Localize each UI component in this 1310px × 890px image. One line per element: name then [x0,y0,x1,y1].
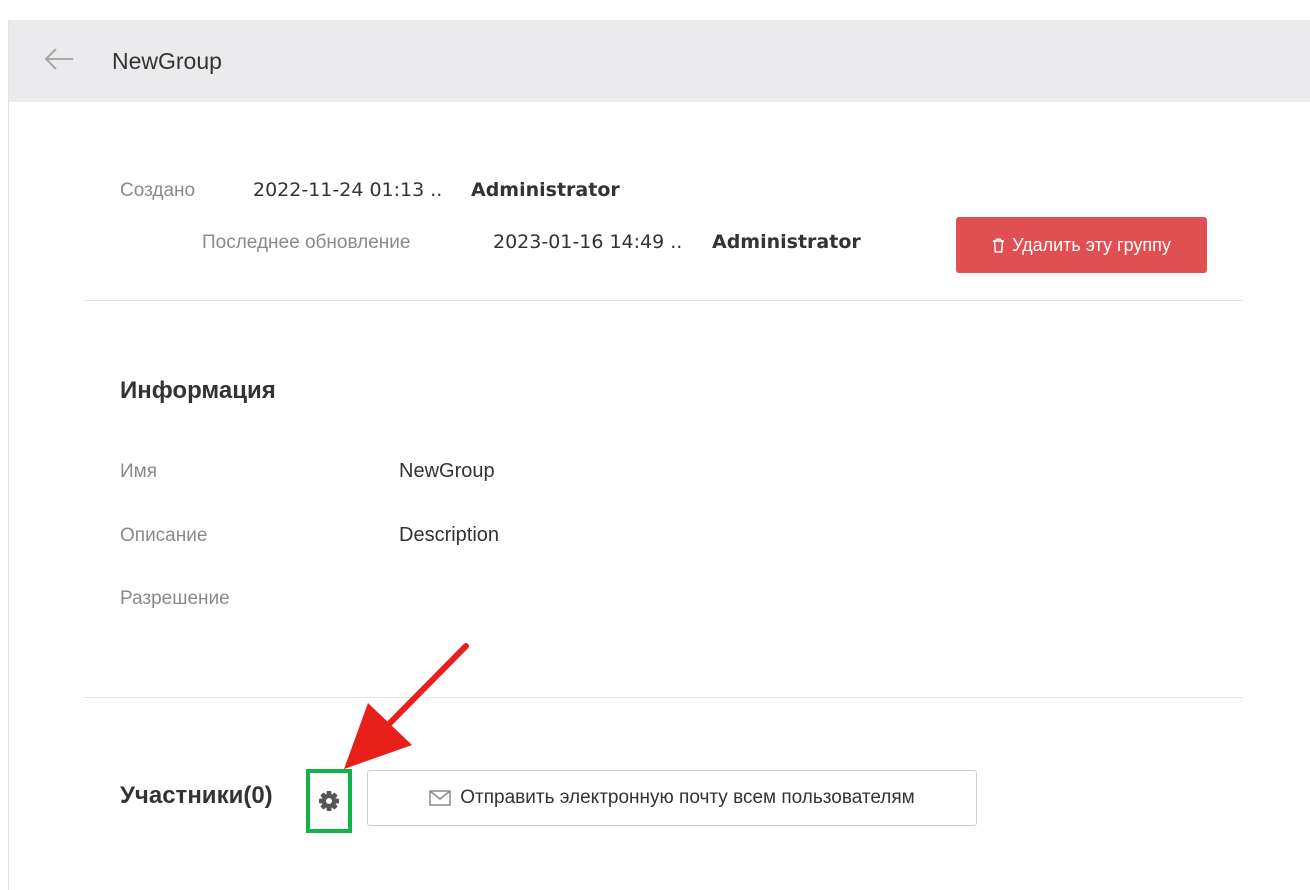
delete-group-button[interactable]: Удалить эту группу [956,217,1207,273]
divider-top [83,300,1243,301]
updated-label: Последнее обновление [202,232,411,253]
description-value: Description [399,524,500,546]
members-section-title: Участники(0) [120,782,273,809]
back-button[interactable] [43,44,83,74]
annotation-arrow [344,643,469,769]
page-title: NewGroup [112,48,222,74]
page-left-border [8,20,9,890]
email-all-users-label: Отправить электронную почту всем пользов… [460,787,915,808]
delete-group-label: Удалить эту группу [1012,234,1171,255]
trash-icon [993,237,1005,253]
email-all-users-button[interactable]: Отправить электронную почту всем пользов… [367,770,977,826]
envelope-icon [429,790,451,806]
permission-label: Разрешение [120,588,230,609]
updated-by: Administrator [712,231,861,253]
info-section-title: Информация [120,377,276,404]
divider-bottom [83,697,1243,698]
created-label: Создано [120,180,196,201]
description-label: Описание [120,525,208,546]
gear-icon [319,791,339,811]
page-header: NewGroup [9,20,1310,102]
arrow-left-icon [44,48,73,70]
created-by: Administrator [471,179,620,201]
name-value: NewGroup [399,460,495,482]
name-label: Имя [120,461,158,482]
created-date: 2022-11-24 01:13 .. [253,179,443,201]
updated-date: 2023-01-16 14:49 .. [493,231,683,253]
member-settings-button[interactable] [306,769,352,833]
